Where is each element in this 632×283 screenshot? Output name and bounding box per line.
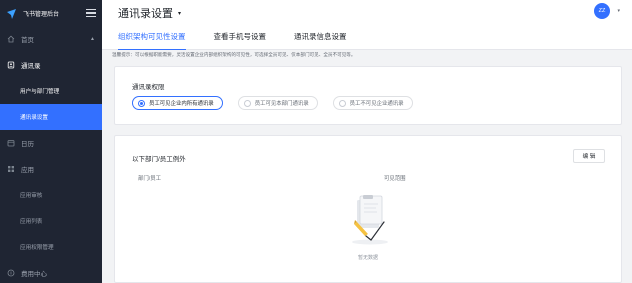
menu-toggle-icon[interactable] [86,9,96,17]
radio-no-contacts[interactable]: 员工不可见企业通讯录 [332,96,413,110]
column-header-member: 部门/员工 [138,176,162,182]
sidebar-item-contacts[interactable]: 通讯录 [0,52,102,78]
radio-department-contacts[interactable]: 员工可见本部门通讯录 [237,96,318,110]
sidebar-item-app-list[interactable]: 应用列表 [0,208,102,234]
avatar-caret-icon[interactable]: ▾ [617,8,620,14]
sidebar-item-user-dept-management[interactable]: 用户与部门管理 [0,78,102,104]
chevron-up-icon: ▲ [90,36,95,42]
sidebar-item-home[interactable]: 首页 ▲ [0,26,102,52]
tab-phone-visibility[interactable]: 查看手机号设置 [214,31,267,50]
column-header-visibility: 可见范围 [384,176,406,182]
sidebar-item-app-review[interactable]: 应用审核 [0,182,102,208]
radio-label: 员工可见本部门通讯录 [254,101,309,107]
brand-bar: 飞书管理后台 [0,0,102,26]
feishu-logo-icon [6,7,18,19]
brand-title: 飞书管理后台 [23,11,60,18]
apps-icon [7,165,15,173]
sidebar-item-label: 费用中心 [21,271,47,278]
permission-title: 通讯录权限 [132,84,165,91]
empty-state-icon [346,194,394,246]
tab-contact-info[interactable]: 通讯录信息设置 [294,31,347,50]
sidebar-item-label: 日历 [21,141,34,148]
avatar[interactable]: ZZ [594,3,610,19]
exceptions-card: 以下部门/员工例外 编 辑 部门/员工 可见范围 暂无数据 [114,135,622,283]
edit-button[interactable]: 编 辑 [573,149,605,163]
tab-bar: 组织架构可见性设置 查看手机号设置 通讯录信息设置 [118,31,375,50]
calendar-icon [7,139,15,147]
sidebar-item-app-permissions[interactable]: 应用权限管理 [0,234,102,260]
sidebar-item-billing[interactable]: 费用中心 [0,260,102,283]
sidebar-item-label: 通讯录 [21,63,41,70]
radio-unchecked-icon [338,99,346,107]
sidebar-item-label: 应用 [21,167,34,174]
sidebar-item-label: 首页 [21,37,34,44]
caret-down-icon: ▾ [178,10,182,17]
sidebar: 飞书管理后台 首页 ▲ 通讯录 用户与部门管理 通讯录设置 日历 应用 应用审核… [0,0,102,283]
radio-all-contacts[interactable]: 员工可见企业内所有通讯录 [132,96,223,110]
radio-label: 员工可见企业内所有通讯录 [149,101,214,107]
radio-checked-icon [138,99,145,107]
notice-text: 温馨提示：可以根据职能需要，灵活设置企业内部组织架构的可见性，可选择全员可见、仅… [112,52,356,57]
contacts-icon [7,61,15,69]
exceptions-title: 以下部门/员工例外 [132,156,186,163]
header: 通讯录设置 ▾ ZZ ▾ 组织架构可见性设置 查看手机号设置 通讯录信息设置 [102,0,632,50]
empty-state-text: 暂无数据 [357,255,378,261]
home-icon [7,35,15,43]
permission-radio-group: 员工可见企业内所有通讯录 员工可见本部门通讯录 员工不可见企业通讯录 [132,96,428,110]
sidebar-item-contacts-settings[interactable]: 通讯录设置 [0,104,102,130]
sidebar-item-apps[interactable]: 应用 [0,156,102,182]
sidebar-item-calendar[interactable]: 日历 [0,130,102,156]
radio-label: 员工不可见企业通讯录 [349,101,404,107]
permission-card: 通讯录权限 员工可见企业内所有通讯录 员工可见本部门通讯录 员工不可见企业通讯录 [114,66,622,125]
tab-org-visibility[interactable]: 组织架构可见性设置 [118,31,186,50]
radio-unchecked-icon [243,99,251,107]
page-title[interactable]: 通讯录设置 ▾ [118,5,181,21]
billing-icon [7,269,15,277]
page-title-text: 通讯录设置 [118,8,173,20]
